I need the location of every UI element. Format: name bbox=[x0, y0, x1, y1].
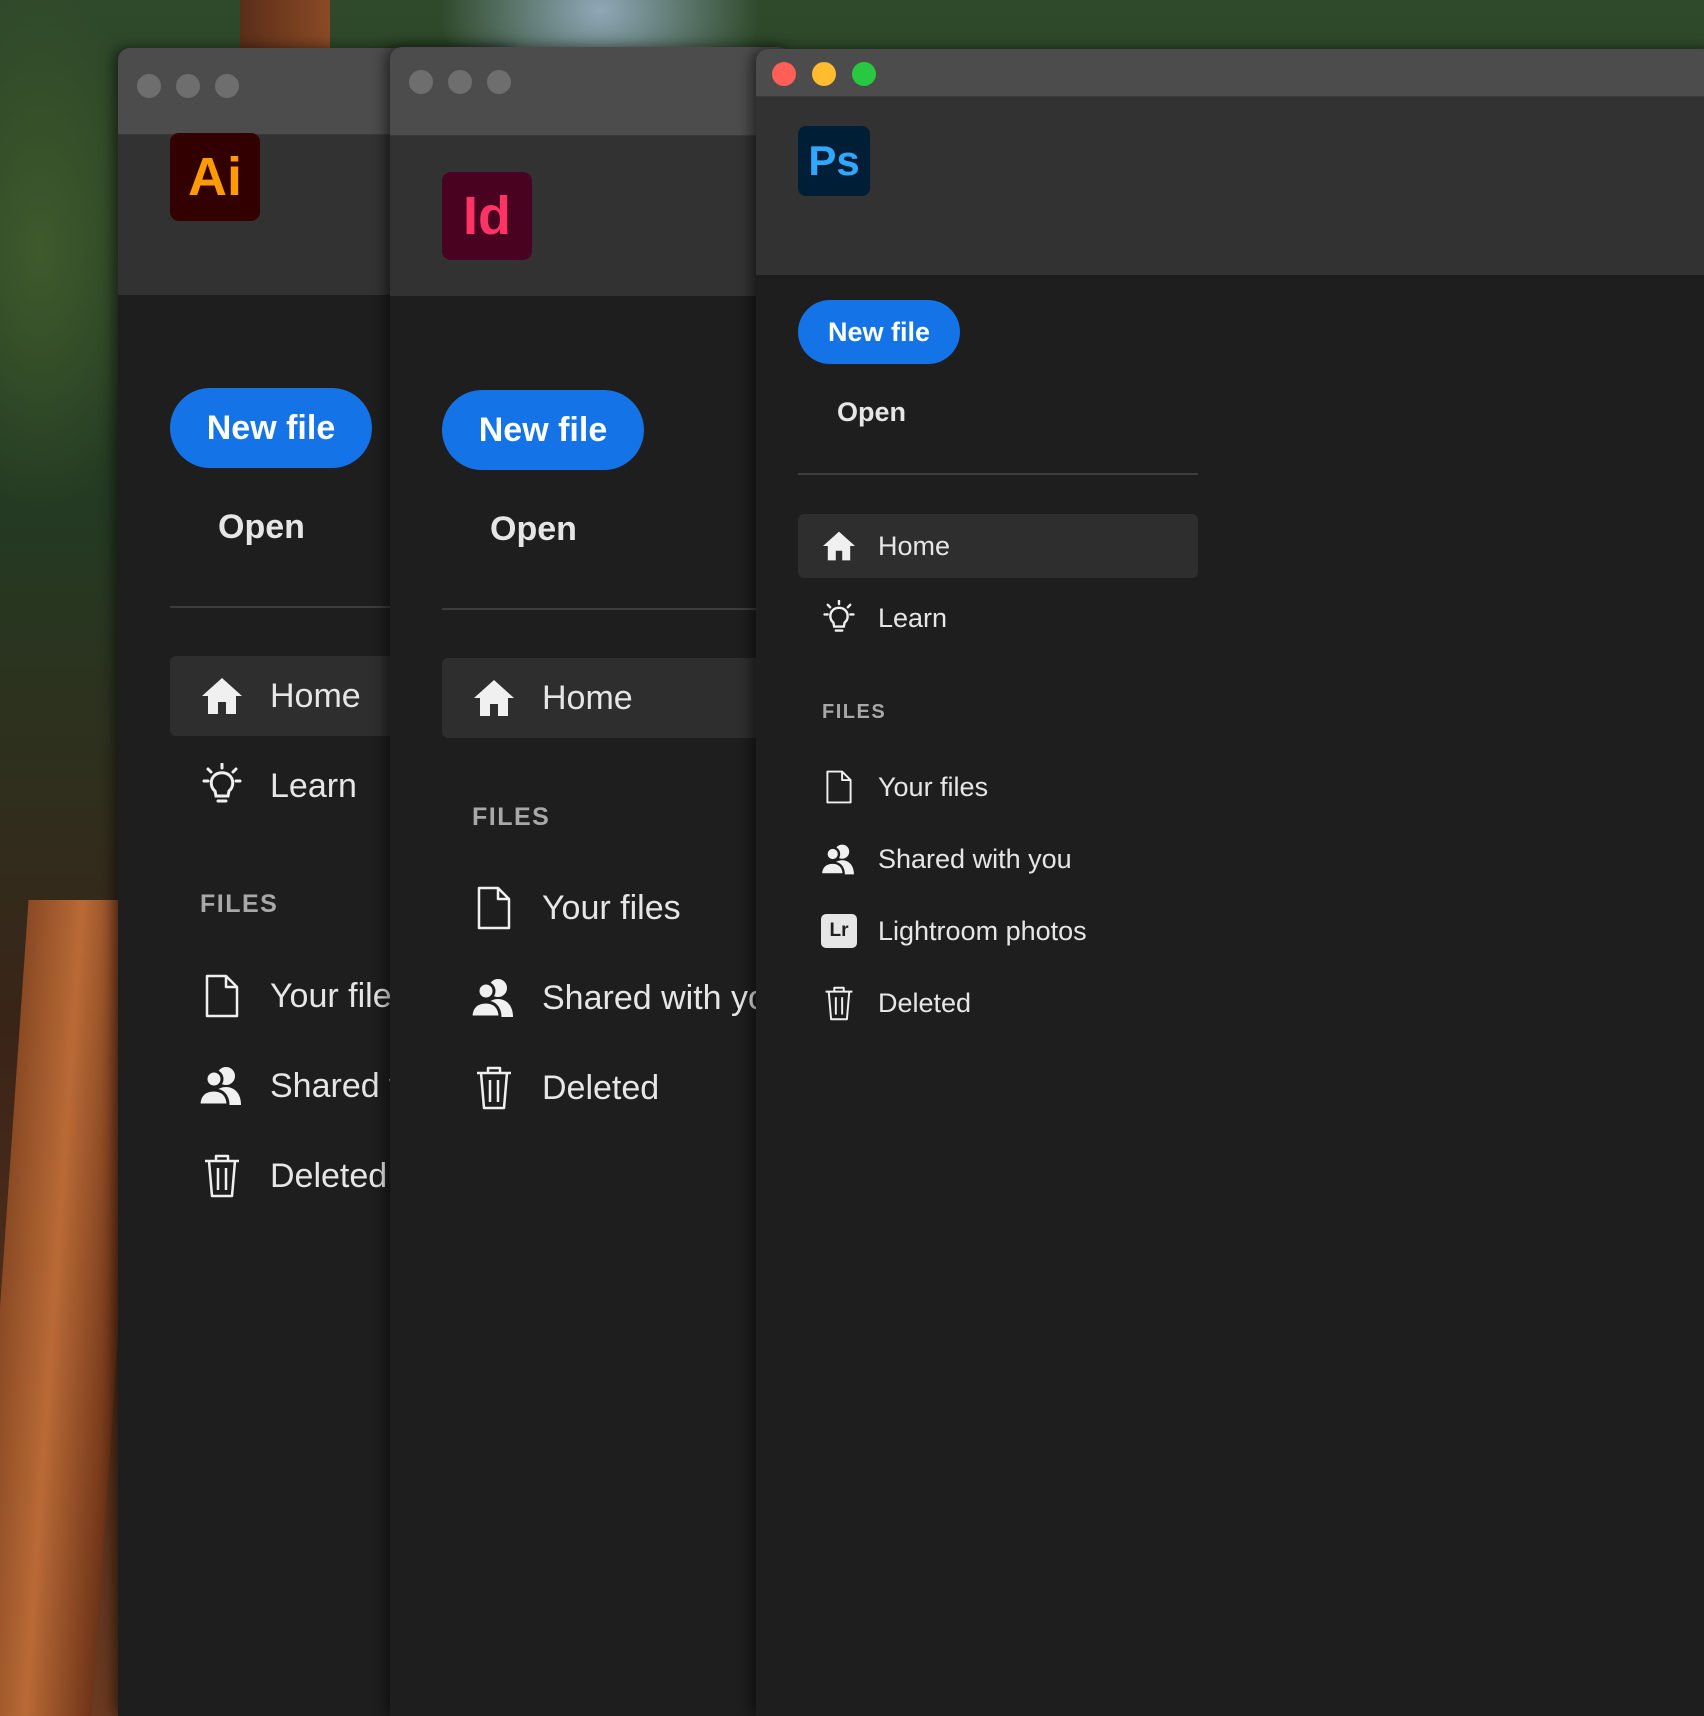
divider bbox=[798, 473, 1198, 475]
photoshop-titlebar[interactable] bbox=[756, 49, 1704, 97]
lightroom-icon: Lr bbox=[820, 914, 858, 948]
indesign-titlebar[interactable] bbox=[390, 47, 790, 136]
zoom-button[interactable] bbox=[215, 74, 239, 98]
nav-shared-label: Shared with you bbox=[878, 843, 1072, 874]
lightbulb-icon bbox=[198, 763, 246, 809]
illustrator-logo: Ai bbox=[170, 133, 260, 221]
indesign-window: Id New file Open Home FILES Your files S… bbox=[390, 47, 790, 1716]
minimize-button[interactable] bbox=[812, 62, 836, 86]
nav-your-files-label: Your files bbox=[270, 976, 409, 1015]
nav-your-files-label: Your files bbox=[878, 771, 989, 802]
document-icon bbox=[470, 886, 518, 930]
nav-shared-label: Shared with you bbox=[542, 978, 786, 1017]
nav-home-label: Home bbox=[542, 678, 633, 717]
photoshop-header: Ps bbox=[756, 97, 1704, 275]
files-section-label: FILES bbox=[472, 803, 551, 831]
nav-deleted[interactable]: Deleted bbox=[442, 1048, 790, 1128]
minimize-button[interactable] bbox=[176, 74, 200, 98]
lightbulb-icon bbox=[820, 599, 858, 637]
zoom-button[interactable] bbox=[487, 70, 511, 94]
trash-icon bbox=[198, 1154, 246, 1198]
trash-icon bbox=[470, 1066, 518, 1110]
home-icon bbox=[470, 678, 518, 718]
photoshop-logo: Ps bbox=[798, 126, 870, 196]
trash-icon bbox=[820, 986, 858, 1021]
document-icon bbox=[820, 770, 858, 804]
open-button[interactable]: Open bbox=[837, 397, 906, 428]
new-file-button[interactable]: New file bbox=[798, 300, 960, 364]
document-icon bbox=[198, 974, 246, 1018]
home-icon bbox=[198, 676, 246, 716]
nav-home[interactable]: Home bbox=[442, 658, 790, 738]
lightroom-badge: Lr bbox=[821, 914, 857, 948]
users-icon bbox=[820, 843, 858, 876]
home-icon bbox=[820, 530, 858, 562]
nav-learn-label: Learn bbox=[270, 766, 357, 805]
nav-your-files[interactable]: Your files bbox=[798, 755, 1198, 819]
open-button[interactable]: Open bbox=[218, 508, 305, 547]
files-section-label: FILES bbox=[822, 701, 887, 723]
indesign-logo: Id bbox=[442, 172, 532, 260]
new-file-button[interactable]: New file bbox=[170, 388, 372, 468]
nav-home-label: Home bbox=[270, 676, 361, 715]
nav-shared-with-you[interactable]: Shared with you bbox=[442, 958, 790, 1038]
nav-learn-label: Learn bbox=[878, 602, 948, 633]
zoom-button[interactable] bbox=[852, 62, 876, 86]
nav-deleted-label: Deleted bbox=[270, 1156, 388, 1195]
nav-home-label: Home bbox=[878, 530, 951, 561]
photoshop-window: Ps New file Open Home Learn FILES Your f… bbox=[756, 49, 1704, 1716]
close-button[interactable] bbox=[772, 62, 796, 86]
open-button[interactable]: Open bbox=[490, 510, 577, 549]
nav-lightroom-photos[interactable]: Lr Lightroom photos bbox=[798, 899, 1198, 963]
new-file-button[interactable]: New file bbox=[442, 390, 644, 470]
nav-your-files-label: Your files bbox=[542, 888, 681, 927]
nav-deleted[interactable]: Deleted bbox=[798, 971, 1198, 1035]
nav-learn[interactable]: Learn bbox=[798, 586, 1198, 650]
close-button[interactable] bbox=[137, 74, 161, 98]
files-section-label: FILES bbox=[200, 890, 279, 918]
users-icon bbox=[470, 977, 518, 1019]
nav-home[interactable]: Home bbox=[798, 514, 1198, 578]
close-button[interactable] bbox=[409, 70, 433, 94]
minimize-button[interactable] bbox=[448, 70, 472, 94]
users-icon bbox=[198, 1065, 246, 1107]
nav-deleted-label: Deleted bbox=[878, 987, 972, 1018]
divider bbox=[442, 608, 790, 610]
nav-shared-with-you[interactable]: Shared with you bbox=[798, 827, 1198, 891]
nav-lightroom-label: Lightroom photos bbox=[878, 915, 1087, 946]
indesign-header: Id bbox=[390, 136, 790, 296]
nav-deleted-label: Deleted bbox=[542, 1068, 660, 1107]
nav-your-files[interactable]: Your files bbox=[442, 868, 790, 948]
